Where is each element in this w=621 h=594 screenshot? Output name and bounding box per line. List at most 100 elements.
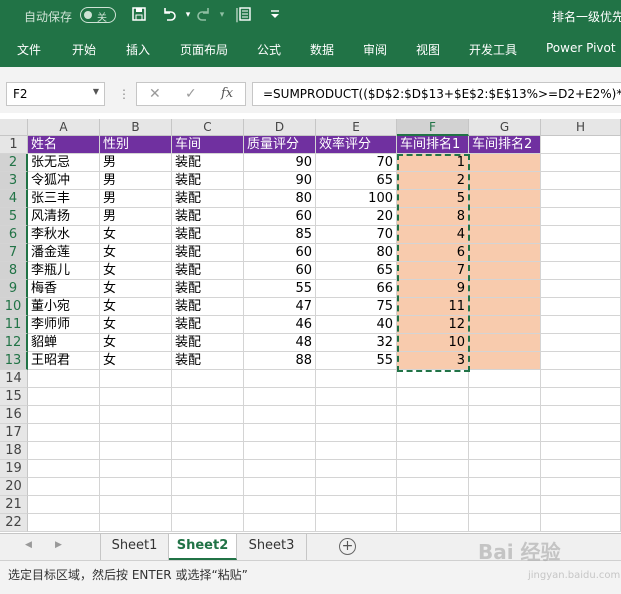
grid-cell[interactable] xyxy=(172,460,244,478)
grid-cell[interactable]: 88 xyxy=(244,352,316,370)
grid-cell[interactable]: 11 xyxy=(397,298,469,316)
grid-cell[interactable] xyxy=(469,172,541,190)
grid-cell[interactable]: 90 xyxy=(244,172,316,190)
grid-cell[interactable] xyxy=(397,424,469,442)
chevron-down-icon[interactable]: ▼ xyxy=(93,87,99,96)
grid-cell[interactable]: 10 xyxy=(397,334,469,352)
grid-cell[interactable]: 5 xyxy=(397,190,469,208)
grid-cell[interactable]: 8 xyxy=(397,208,469,226)
grid-cell[interactable]: 1 xyxy=(397,154,469,172)
redo-icon[interactable] xyxy=(195,6,213,24)
grid-cell[interactable] xyxy=(172,514,244,532)
grid-cell[interactable] xyxy=(469,496,541,514)
tab-review[interactable]: 审阅 xyxy=(363,41,387,58)
grid-cell[interactable] xyxy=(541,244,621,262)
grid-cell[interactable] xyxy=(469,280,541,298)
grid-cell[interactable] xyxy=(28,406,100,424)
row-header[interactable]: 21 xyxy=(0,496,28,514)
grid-cell[interactable] xyxy=(244,424,316,442)
grid-cell[interactable] xyxy=(541,334,621,352)
grid-cell[interactable] xyxy=(469,370,541,388)
grid-cell[interactable]: 20 xyxy=(316,208,397,226)
cancel-icon[interactable]: ✕ xyxy=(149,86,161,102)
row-header[interactable]: 20 xyxy=(0,478,28,496)
grid-cell[interactable]: 90 xyxy=(244,154,316,172)
grid-cell[interactable]: 风清扬 xyxy=(28,208,100,226)
grid-cell[interactable] xyxy=(469,460,541,478)
grid-cell[interactable]: 65 xyxy=(316,172,397,190)
grid-cell[interactable] xyxy=(469,208,541,226)
grid-cell[interactable] xyxy=(469,514,541,532)
grid-cell[interactable] xyxy=(397,478,469,496)
grid-cell[interactable]: 55 xyxy=(244,280,316,298)
grid-cell[interactable] xyxy=(28,370,100,388)
sheet-tab-sheet1[interactable]: Sheet1 xyxy=(100,534,169,560)
grid-cell[interactable]: 女 xyxy=(100,298,172,316)
tab-view[interactable]: 视图 xyxy=(416,41,440,58)
form-icon[interactable] xyxy=(236,6,254,24)
row-header[interactable]: 17 xyxy=(0,424,28,442)
header-cell[interactable]: 姓名 xyxy=(28,136,100,154)
save-icon[interactable] xyxy=(130,6,148,24)
grid-cell[interactable] xyxy=(172,496,244,514)
grid-cell[interactable]: 装配 xyxy=(172,226,244,244)
grid-cell[interactable]: 66 xyxy=(316,280,397,298)
enter-icon[interactable]: ✓ xyxy=(185,86,197,102)
grid-cell[interactable] xyxy=(541,370,621,388)
column-header-e[interactable]: E xyxy=(316,119,397,136)
grid-cell[interactable]: 女 xyxy=(100,352,172,370)
grid-cell[interactable] xyxy=(316,370,397,388)
row-header[interactable]: 3 xyxy=(0,172,28,190)
row-header[interactable]: 19 xyxy=(0,460,28,478)
sheet-tab-sheet2[interactable]: Sheet2 xyxy=(169,534,237,560)
header-cell[interactable]: 车间 xyxy=(172,136,244,154)
grid-cell[interactable] xyxy=(244,496,316,514)
grid-cell[interactable] xyxy=(316,424,397,442)
row-header[interactable]: 1 xyxy=(0,136,28,154)
row-header[interactable]: 13 xyxy=(0,352,28,370)
grid-cell[interactable] xyxy=(172,442,244,460)
grid-cell[interactable] xyxy=(541,478,621,496)
grid-cell[interactable]: 梅香 xyxy=(28,280,100,298)
grid-cell[interactable] xyxy=(541,442,621,460)
grid-cell[interactable] xyxy=(541,262,621,280)
grid-cell[interactable]: 装配 xyxy=(172,280,244,298)
grid-cell[interactable]: 装配 xyxy=(172,244,244,262)
grid-cell[interactable] xyxy=(469,406,541,424)
grid-cell[interactable]: 9 xyxy=(397,280,469,298)
grid-cell[interactable]: 60 xyxy=(244,244,316,262)
column-header-d[interactable]: D xyxy=(244,119,316,136)
grid-cell[interactable] xyxy=(172,478,244,496)
grid-cell[interactable] xyxy=(316,388,397,406)
grid-cell[interactable]: 男 xyxy=(100,190,172,208)
grid-cell[interactable]: 40 xyxy=(316,316,397,334)
tab-power-pivot[interactable]: Power Pivot xyxy=(546,41,616,55)
row-header[interactable]: 16 xyxy=(0,406,28,424)
grid-cell[interactable]: 女 xyxy=(100,262,172,280)
grid-cell[interactable] xyxy=(244,478,316,496)
grid-cell[interactable]: 女 xyxy=(100,334,172,352)
column-header-a[interactable]: A xyxy=(28,119,100,136)
tab-developer[interactable]: 开发工具 xyxy=(469,41,517,58)
grid-cell[interactable] xyxy=(244,460,316,478)
grid-cell[interactable] xyxy=(541,172,621,190)
grid-cell[interactable]: 80 xyxy=(244,190,316,208)
row-header[interactable]: 2 xyxy=(0,154,28,172)
grid-cell[interactable] xyxy=(244,388,316,406)
grid-cell[interactable] xyxy=(28,460,100,478)
grid-cell[interactable] xyxy=(469,244,541,262)
grid-cell[interactable] xyxy=(172,388,244,406)
grid-cell[interactable] xyxy=(541,226,621,244)
grid-cell[interactable] xyxy=(244,442,316,460)
grid-cell[interactable]: 貂蝉 xyxy=(28,334,100,352)
header-cell[interactable] xyxy=(541,136,621,154)
grid-cell[interactable] xyxy=(469,352,541,370)
grid-cell[interactable] xyxy=(28,496,100,514)
grid-cell[interactable] xyxy=(28,424,100,442)
grid-cell[interactable] xyxy=(541,316,621,334)
grid-cell[interactable]: 75 xyxy=(316,298,397,316)
grid-cell[interactable] xyxy=(541,388,621,406)
tab-formulas[interactable]: 公式 xyxy=(257,41,281,58)
grid-cell[interactable] xyxy=(28,442,100,460)
undo-icon[interactable] xyxy=(160,6,178,24)
